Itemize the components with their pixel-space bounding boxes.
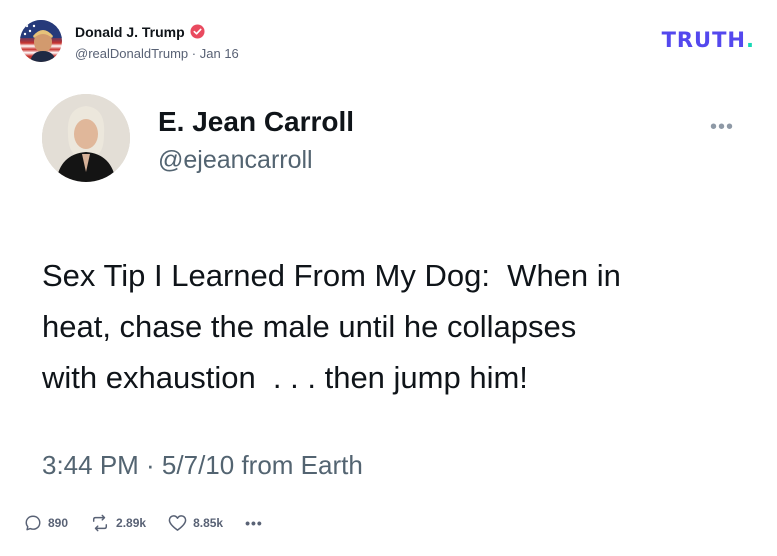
more-options-icon[interactable]: ••• bbox=[245, 515, 263, 531]
heart-icon bbox=[168, 515, 187, 531]
reply-count: 890 bbox=[48, 516, 69, 530]
embedded-tweet-image[interactable]: E. Jean Carroll @ejeancarroll ••• Sex Ti… bbox=[20, 80, 760, 500]
truth-logo-text: TRUTH bbox=[661, 28, 747, 52]
post-header: Donald J. Trump @realDonaldTrump · Jan 1… bbox=[20, 20, 239, 62]
tweet-author-avatar bbox=[42, 94, 130, 182]
meta-separator: · bbox=[191, 45, 197, 61]
tweet-author-handle: @ejeancarroll bbox=[158, 146, 313, 174]
retruth-count: 2.89k bbox=[116, 516, 147, 530]
tweet-text: Sex Tip I Learned From My Dog: When in h… bbox=[42, 258, 621, 395]
truth-logo-dot: . bbox=[746, 28, 755, 52]
flag-portrait-icon bbox=[20, 20, 62, 62]
retruth-icon bbox=[93, 514, 108, 532]
action-bar: 890 2.89k 8.85k ••• bbox=[24, 514, 263, 532]
author-handle[interactable]: @realDonaldTrump bbox=[75, 46, 188, 61]
like-count: 8.85k bbox=[193, 516, 224, 530]
author-meta: @realDonaldTrump · Jan 16 bbox=[75, 46, 239, 61]
retruth-button[interactable]: 2.89k bbox=[90, 514, 146, 532]
tweet-author-name: E. Jean Carroll bbox=[158, 106, 355, 137]
tweet-timestamp: 3:44 PM · 5/7/10 from Earth bbox=[42, 450, 363, 480]
reply-button[interactable]: 890 bbox=[24, 514, 68, 532]
reply-icon bbox=[25, 515, 41, 531]
author-avatar[interactable] bbox=[20, 20, 62, 62]
tweet-more-icon: ••• bbox=[709, 116, 734, 138]
like-button[interactable]: 8.85k bbox=[168, 514, 223, 532]
post-date[interactable]: Jan 16 bbox=[200, 46, 239, 61]
verified-badge-icon bbox=[190, 24, 205, 39]
author-name[interactable]: Donald J. Trump bbox=[75, 24, 185, 40]
truth-logo: TRUTH. bbox=[662, 28, 755, 52]
